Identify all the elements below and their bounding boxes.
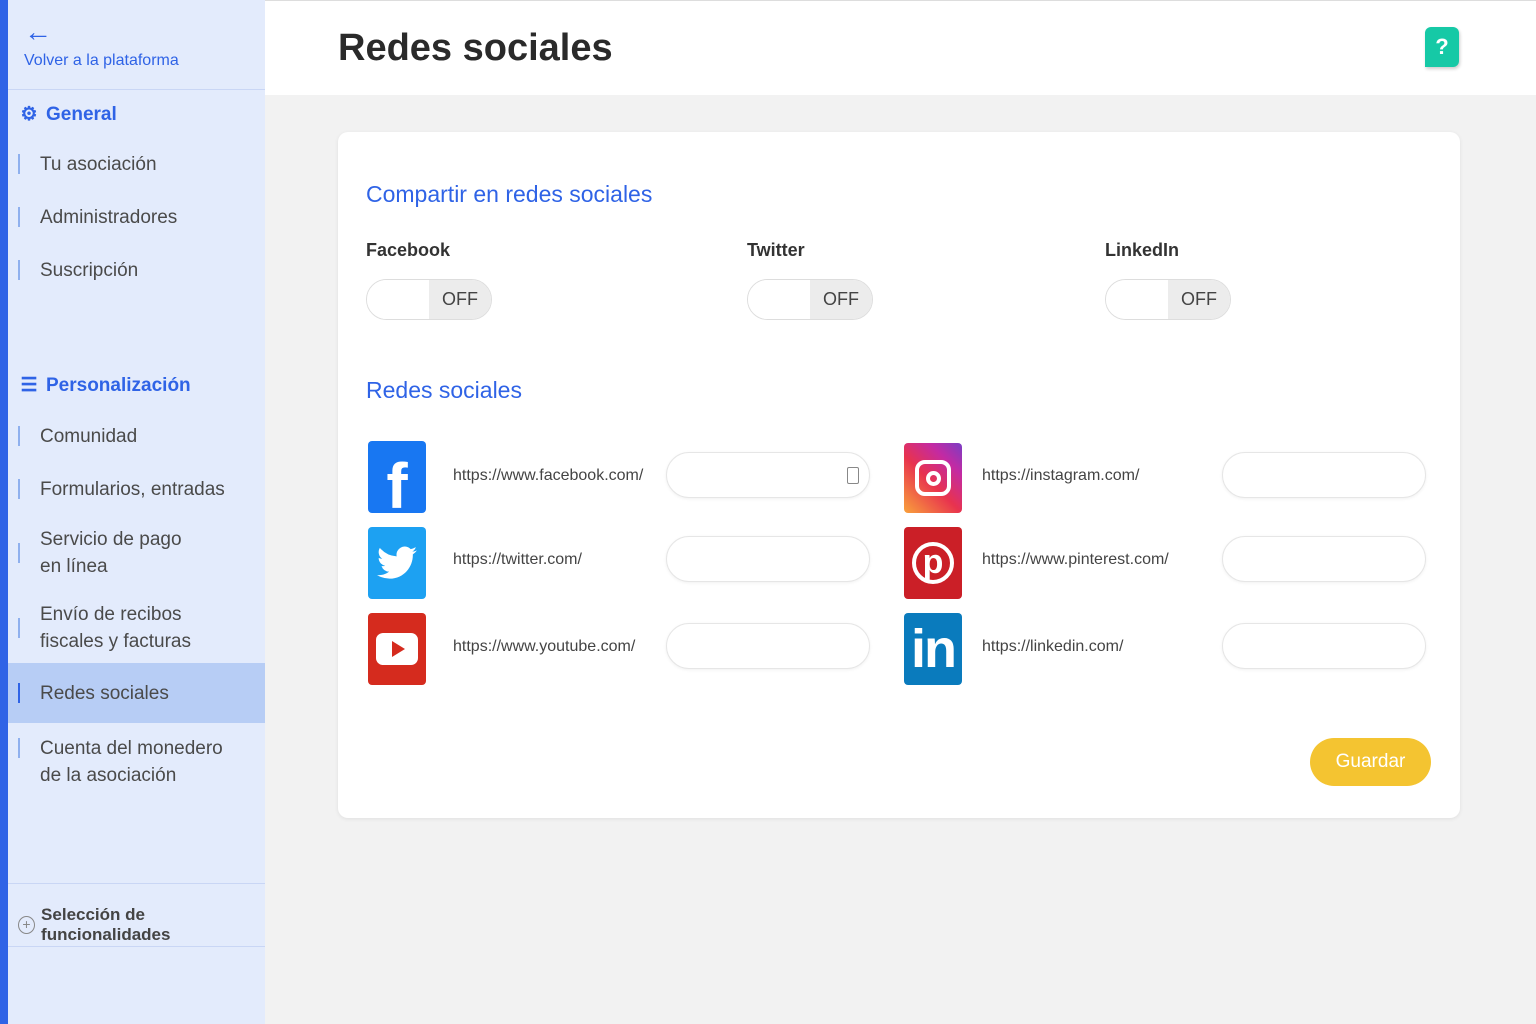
twitter-share-group: Twitter OFF [747,240,873,320]
linkedin-url-input[interactable] [1222,623,1426,669]
sidebar: ← Volver a la plataforma ⚙ General Tu as… [0,0,265,1024]
pinterest-icon: p [904,527,962,599]
twitter-share-toggle[interactable]: OFF [747,279,873,320]
toggle-state: OFF [810,280,872,319]
plus-circle-icon: + [18,916,36,934]
youtube-url-input[interactable] [666,623,870,669]
back-label: Volver a la plataforma [24,52,179,69]
facebook-icon: f [368,441,426,518]
sidebar-item-label: Redes sociales [40,682,169,704]
sidebar-item-suscripcion[interactable]: Suscripción [8,254,265,286]
section-general-title: General [46,103,117,125]
youtube-url-prefix: https://www.youtube.com/ [453,638,636,655]
toggle-label: Facebook [366,240,451,260]
contact-card-icon [847,467,859,484]
page-header: Redes sociales ? [265,0,1536,95]
sidebar-item-label: Suscripción [40,259,139,281]
sidebar-item-servicio-pago[interactable]: Servicio de pago en línea [8,525,265,581]
linkedin-share-toggle[interactable]: OFF [1105,279,1231,320]
back-to-platform-link[interactable]: ← Volver a la plataforma [8,0,265,90]
list-icon: ☰ [20,375,38,396]
sidebar-divider [8,946,265,947]
sidebar-item-label: Tu asociación [40,153,157,175]
section-personalization-title: Personalización [46,374,191,396]
arrow-left-icon: ← [24,16,52,47]
linkedin-share-group: LinkedIn OFF [1105,240,1231,320]
facebook-url-input[interactable] [666,452,870,498]
instagram-icon [904,443,962,513]
networks-section-title: Redes sociales [366,377,522,403]
pinterest-url-input[interactable] [1222,536,1426,582]
sidebar-item-label: Formularios, entradas [40,478,225,500]
sidebar-divider [8,883,265,884]
twitter-url-prefix: https://twitter.com/ [453,551,582,568]
sidebar-item-label: Servicio de pago en línea [40,529,182,577]
instagram-url-prefix: https://instagram.com/ [982,467,1140,484]
instagram-url-input[interactable] [1222,452,1426,498]
sidebar-item-monedero[interactable]: Cuenta del monedero de la asociación [8,734,265,790]
twitter-url-input[interactable] [666,536,870,582]
sidebar-item-label: Envío de recibos fiscales y facturas [40,604,191,652]
twitter-icon [368,527,426,599]
linkedin-icon: in [904,613,962,685]
feature-selection-link[interactable]: + Selección de funcionalidades [18,905,265,945]
save-button[interactable]: Guardar [1310,738,1431,786]
sidebar-item-label: Administradores [40,206,178,228]
section-personalization: ☰ Personalización [8,374,191,397]
gear-icon: ⚙ [20,104,38,125]
sidebar-item-administradores[interactable]: Administradores [8,201,265,233]
toggle-state: OFF [1168,280,1230,319]
feature-selection-label: Selección de funcionalidades [41,905,171,944]
sidebar-item-comunidad[interactable]: Comunidad [8,420,265,452]
sidebar-item-recibos[interactable]: Envío de recibos fiscales y facturas [8,600,265,656]
section-general: ⚙ General [8,103,117,126]
toggle-state: OFF [429,280,491,319]
share-section-title: Compartir en redes sociales [366,181,653,207]
sidebar-item-redes-sociales[interactable]: Redes sociales [8,663,265,723]
pinterest-url-prefix: https://www.pinterest.com/ [982,551,1169,568]
sidebar-item-label: Comunidad [40,425,138,447]
facebook-share-group: Facebook OFF [366,240,492,320]
settings-card: Compartir en redes sociales Facebook OFF… [338,132,1460,818]
sidebar-item-tu-asociacion[interactable]: Tu asociación [8,148,265,180]
sidebar-item-formularios[interactable]: Formularios, entradas [8,473,265,505]
facebook-url-prefix: https://www.facebook.com/ [453,467,644,484]
youtube-icon [368,613,426,685]
toggle-label: LinkedIn [1105,240,1180,260]
help-button[interactable]: ? [1425,27,1459,67]
sidebar-item-label: Cuenta del monedero de la asociación [40,738,223,786]
toggle-label: Twitter [747,240,805,260]
linkedin-url-prefix: https://linkedin.com/ [982,638,1124,655]
facebook-share-toggle[interactable]: OFF [366,279,492,320]
page-title: Redes sociales [338,27,613,69]
